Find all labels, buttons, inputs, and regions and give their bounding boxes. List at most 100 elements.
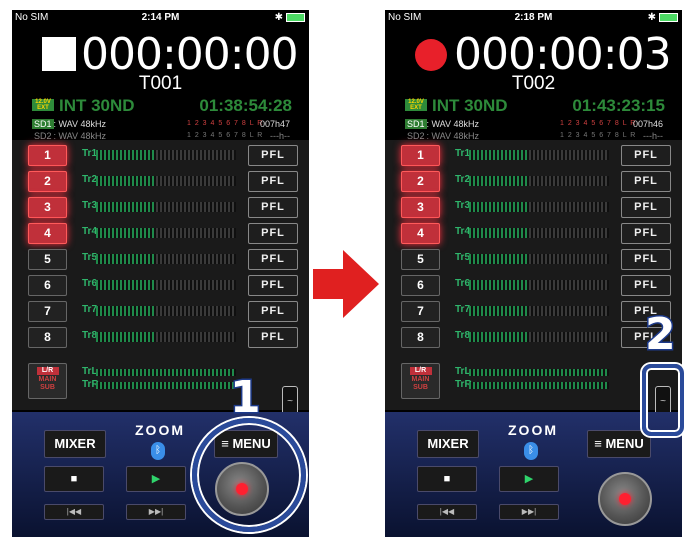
track-arm-button[interactable]: 4 <box>28 223 67 244</box>
pfl-button[interactable]: PFL <box>621 249 671 270</box>
lr-label: L/R <box>409 367 432 375</box>
fast-forward-button[interactable]: ▶▶| <box>499 504 559 520</box>
track-arm-button[interactable]: 1 <box>401 145 440 166</box>
rewind-button[interactable]: |◀◀ <box>44 504 104 520</box>
track-label: Tr4 <box>82 226 98 237</box>
track-arm-button[interactable]: 6 <box>28 275 67 296</box>
track-row: 8 Tr8 PFL <box>26 326 301 348</box>
sd1-badge: SD1 <box>32 119 54 129</box>
track-label: Tr6 <box>82 278 98 289</box>
callout-number-2: 2 <box>644 308 678 362</box>
pfl-button[interactable]: PFL <box>248 327 298 348</box>
track-label: Tr2 <box>82 174 98 185</box>
menu-button[interactable]: ≡ MENU <box>587 430 651 458</box>
right-meter <box>469 382 609 389</box>
track-row: 5 Tr5 PFL <box>26 248 301 270</box>
track-arm-button[interactable]: 6 <box>401 275 440 296</box>
lr-label: L/R <box>36 367 59 375</box>
track-arm-button[interactable]: 2 <box>401 171 440 192</box>
track-arm-button[interactable]: 7 <box>401 301 440 322</box>
remaining-time: 01:38:54:28 <box>199 96 292 115</box>
track-label: Tr8 <box>82 330 98 341</box>
pfl-button[interactable]: PFL <box>621 145 671 166</box>
sd2-tracks: 1 2 3 4 5 6 7 8 L R <box>560 132 637 139</box>
track-label: Tr5 <box>82 252 98 263</box>
track-arm-button[interactable]: 8 <box>401 327 440 348</box>
bluetooth-status-icon: ✱ <box>647 12 657 23</box>
track-row: 1 Tr1 PFL <box>399 144 674 166</box>
level-meter <box>469 332 609 342</box>
level-meter <box>469 150 609 160</box>
status-bar: No SIM 2:14 PM ✱ <box>12 10 309 26</box>
pfl-button[interactable]: PFL <box>248 223 298 244</box>
track-label: Tr5 <box>455 252 471 263</box>
play-button[interactable]: ▶ <box>499 466 559 492</box>
level-meter <box>469 202 609 212</box>
track-arm-button[interactable]: 4 <box>401 223 440 244</box>
track-arm-button[interactable]: 7 <box>28 301 67 322</box>
track-row: 4 Tr4 PFL <box>399 222 674 244</box>
pfl-button[interactable]: PFL <box>621 223 671 244</box>
sd1-format: : WAV 48kHz <box>426 119 480 129</box>
main-sub-button[interactable]: L/R MAIN SUB <box>28 363 67 399</box>
recorder-display: 000:00:00 T001 12.0V EXT INT 30ND 01:38:… <box>22 27 299 147</box>
pfl-button[interactable]: PFL <box>248 171 298 192</box>
track-row: 1 Tr1 PFL <box>26 144 301 166</box>
sd1-tracks: 1 2 3 4 5 6 7 8 L R <box>187 120 264 127</box>
bluetooth-icon: ᛒ <box>151 442 165 460</box>
recorder-display: 000:00:03 T002 12.0V EXT INT 30ND 01:43:… <box>395 27 672 147</box>
rewind-button[interactable]: |◀◀ <box>417 504 477 520</box>
track-arm-button[interactable]: 5 <box>28 249 67 270</box>
stop-state-icon <box>42 37 76 71</box>
control-panel: MIXER ZOOM ᛒ ≡ MENU ■ ▶ |◀◀ ▶▶| <box>385 412 682 537</box>
battery-icon <box>659 12 678 22</box>
level-meter <box>469 306 609 316</box>
callout-number-1: 1 <box>229 371 263 425</box>
fast-forward-button[interactable]: ▶▶| <box>126 504 186 520</box>
stop-button[interactable]: ■ <box>417 466 477 492</box>
track-arm-button[interactable]: 3 <box>401 197 440 218</box>
level-meter <box>469 254 609 264</box>
sd2-tracks: 1 2 3 4 5 6 7 8 L R <box>187 132 264 139</box>
main-output-row: L/R MAIN SUB TrL TrR <box>399 363 674 399</box>
record-button[interactable] <box>598 472 652 526</box>
main-sub-button[interactable]: L/R MAIN SUB <box>401 363 440 399</box>
pfl-button[interactable]: PFL <box>621 275 671 296</box>
level-meter <box>96 306 236 316</box>
sd1-remaining: 007h47 <box>259 119 290 129</box>
wave-icon: ~ <box>287 396 293 407</box>
pfl-button[interactable]: PFL <box>248 145 298 166</box>
left-meter <box>96 369 236 376</box>
track-label: Tr7 <box>455 304 471 315</box>
track-arm-button[interactable]: 5 <box>401 249 440 270</box>
pfl-button[interactable]: PFL <box>248 249 298 270</box>
track-label: Tr2 <box>455 174 471 185</box>
mixer-button[interactable]: MIXER <box>417 430 479 458</box>
stop-button[interactable]: ■ <box>44 466 104 492</box>
power-info: 12.0V EXT INT 30ND 01:43:23:15 <box>405 96 675 115</box>
track-row: 4 Tr4 PFL <box>26 222 301 244</box>
pfl-button[interactable]: PFL <box>621 171 671 192</box>
track-label: Tr3 <box>455 200 471 211</box>
track-mixer: 1 Tr1 PFL 2 Tr2 PFL 3 Tr3 PFL 4 Tr4 PFL 5 Tr5 PFL … <box>12 140 309 418</box>
screen-while-recording: No SIM 2:18 PM ✱ 000:00:03 T002 12.0V EX… <box>385 10 682 537</box>
bluetooth-icon: ᛒ <box>524 442 538 460</box>
power-info: 12.0V EXT INT 30ND 01:38:54:28 <box>32 96 302 115</box>
pfl-button[interactable]: PFL <box>248 275 298 296</box>
track-row: 2 Tr2 PFL <box>26 170 301 192</box>
pfl-button[interactable]: PFL <box>248 197 298 218</box>
track-arm-button[interactable]: 1 <box>28 145 67 166</box>
track-arm-button[interactable]: 2 <box>28 171 67 192</box>
level-meter <box>469 280 609 290</box>
right-meter <box>96 382 236 389</box>
status-icons: ✱ <box>275 12 305 23</box>
mixer-button[interactable]: MIXER <box>44 430 106 458</box>
pfl-button[interactable]: PFL <box>248 301 298 322</box>
level-meter <box>96 150 236 160</box>
play-button[interactable]: ▶ <box>126 466 186 492</box>
track-arm-button[interactable]: 3 <box>28 197 67 218</box>
record-dot-icon <box>619 493 631 505</box>
main-label: MAIN <box>38 376 57 383</box>
pfl-button[interactable]: PFL <box>621 197 671 218</box>
track-arm-button[interactable]: 8 <box>28 327 67 348</box>
